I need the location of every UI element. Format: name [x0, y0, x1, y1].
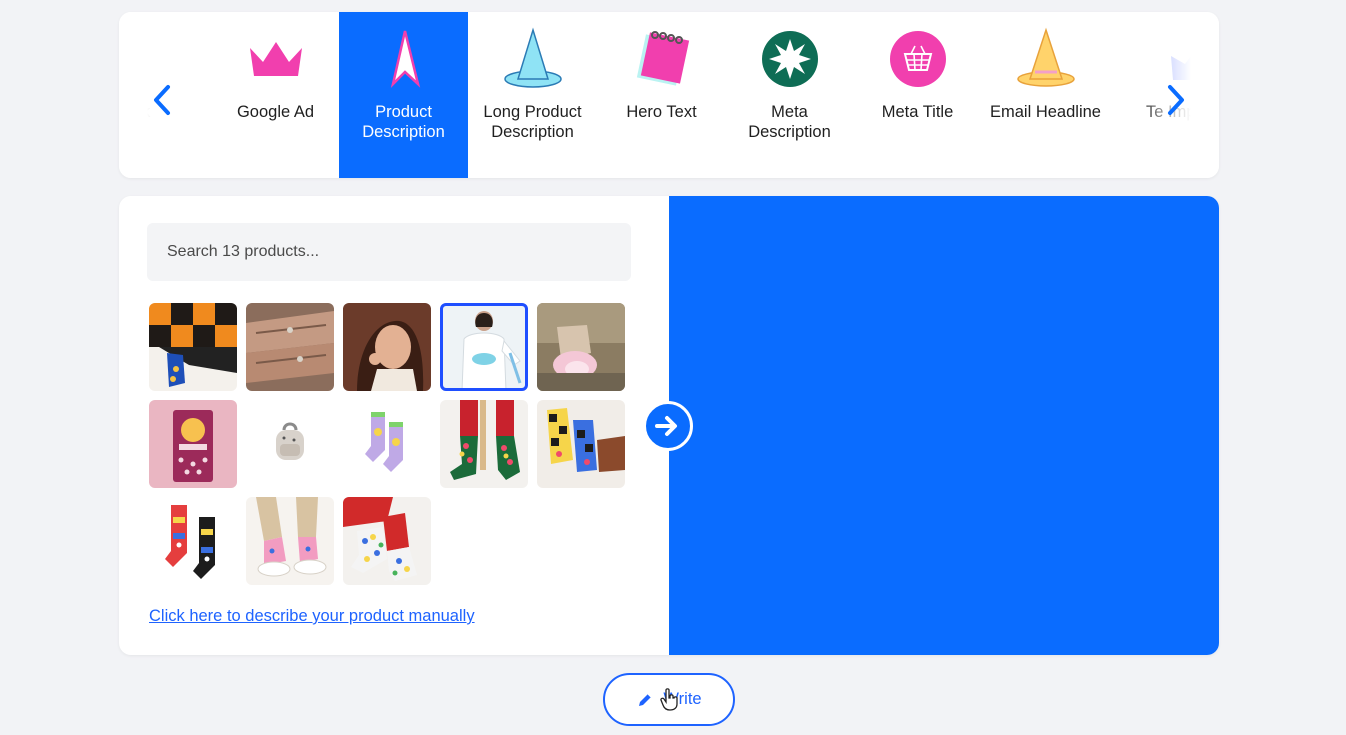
white-sweatshirt-image — [440, 303, 528, 391]
product-thumb-selected[interactable] — [440, 303, 528, 391]
pink-socks-sneakers-image — [246, 497, 334, 585]
product-thumb[interactable] — [537, 400, 625, 488]
product-thumb[interactable] — [149, 497, 237, 585]
template-tile-meta-description[interactable]: Meta Description — [725, 12, 854, 178]
notepad-icon — [629, 26, 695, 92]
chevron-left-icon — [154, 85, 170, 115]
template-tile-google-ad[interactable]: Google Ad — [211, 12, 340, 178]
wizard-hat-icon — [500, 26, 566, 92]
template-tile-product-description[interactable]: Product Description — [339, 12, 468, 178]
gift-box-socks-image — [149, 400, 237, 488]
pattern-socks-pair-image — [149, 497, 237, 585]
template-tile-label: Meta Description — [748, 103, 831, 141]
product-panel: Click here to describe your product manu… — [119, 196, 1219, 655]
product-thumb[interactable] — [343, 303, 431, 391]
crown-icon — [243, 26, 309, 92]
partial-icon — [119, 26, 145, 92]
colorful-socks-legs-image — [537, 400, 625, 488]
template-tile-label: Long Product Description — [483, 103, 582, 141]
carousel-prev-button[interactable] — [147, 82, 177, 118]
product-thumb[interactable] — [149, 303, 237, 391]
arrow-right-icon — [655, 416, 677, 436]
product-thumb[interactable] — [246, 497, 334, 585]
hands-rings-image — [246, 303, 334, 391]
product-thumb[interactable] — [149, 400, 237, 488]
tree-icon — [371, 26, 437, 92]
template-tile-label: Product Description — [362, 103, 445, 141]
carousel-next-button[interactable] — [1161, 82, 1191, 118]
template-tile-meta-title[interactable]: Meta Title — [853, 12, 982, 178]
template-tile-email-headline[interactable]: Email Headline — [981, 12, 1110, 178]
continue-arrow-button[interactable] — [643, 401, 693, 451]
output-area — [669, 196, 1219, 655]
checkered-sock-image — [149, 303, 237, 391]
pencil-icon — [639, 693, 652, 706]
lilac-socks-image — [343, 400, 431, 488]
starburst-icon — [757, 26, 823, 92]
product-thumb[interactable] — [537, 303, 625, 391]
pink-shoe-image — [537, 303, 625, 391]
product-thumb[interactable] — [440, 400, 528, 488]
template-tile-label: Google Ad — [236, 103, 315, 121]
template-tile-label: Hero Text — [626, 103, 697, 121]
write-button[interactable]: Write — [603, 673, 735, 726]
polka-dot-socks-image — [343, 497, 431, 585]
template-carousel: ok Google Ad Product Description Long Pr… — [119, 12, 1219, 178]
basket-icon — [885, 26, 951, 92]
party-hat-icon — [1013, 26, 1079, 92]
product-thumb[interactable] — [246, 303, 334, 391]
product-search-input[interactable] — [147, 223, 631, 281]
describe-manually-link[interactable]: Click here to describe your product manu… — [149, 607, 475, 626]
template-tile-hero-text[interactable]: Hero Text — [597, 12, 726, 178]
write-button-label: Write — [663, 690, 702, 708]
template-tile-label: Meta Title — [881, 103, 954, 121]
woman-portrait-image — [343, 303, 431, 391]
chevron-right-icon — [1168, 85, 1184, 115]
template-tile-long-product-description[interactable]: Long Product Description — [468, 12, 597, 178]
template-tile-label: Email Headline — [990, 103, 1101, 121]
product-thumb[interactable] — [343, 400, 431, 488]
dotted-socks-legs-image — [440, 400, 528, 488]
product-thumb[interactable] — [246, 400, 334, 488]
product-thumb[interactable] — [343, 497, 431, 585]
backpack-image — [246, 400, 334, 488]
